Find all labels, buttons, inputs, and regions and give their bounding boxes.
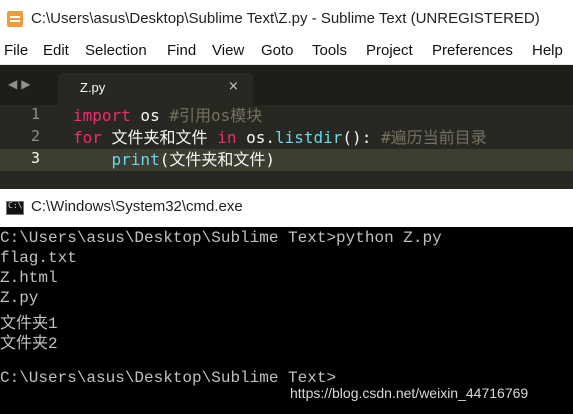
line-number-1: 1: [30, 105, 40, 123]
watermark: https://blog.csdn.net/weixin_44716769: [290, 385, 529, 401]
menu-preferences[interactable]: Preferences: [432, 42, 513, 59]
tab-label: Z.py: [80, 80, 106, 95]
console-line: Z.py: [0, 289, 39, 307]
menu-view[interactable]: View: [212, 42, 244, 59]
tab-close-icon[interactable]: ×: [228, 79, 239, 94]
code-editor[interactable]: 1 2 3 import os #引用os模块 for 文件夹和文件 in os…: [0, 105, 573, 189]
sublime-app-icon: [7, 11, 23, 27]
console-prompt: C:\Users\asus\Desktop\Sublime Text>: [0, 369, 337, 387]
menu-file[interactable]: File: [4, 42, 28, 59]
cmd-window-title: C:\Windows\System32\cmd.exe: [31, 198, 243, 215]
sublime-window: C:\Users\asus\Desktop\Sublime Text\Z.py …: [0, 0, 573, 189]
module-name: os: [130, 106, 170, 125]
console-line: flag.txt: [0, 249, 77, 267]
function-print: print: [111, 150, 160, 169]
menu-bar: File Edit Selection Find View Goto Tools…: [0, 38, 573, 65]
code-line-3: print(文件夹和文件): [73, 149, 275, 171]
line-number-3: 3: [0, 149, 66, 171]
menu-find[interactable]: Find: [167, 42, 196, 59]
console-line: Z.html: [0, 269, 58, 287]
keyword-import: import: [73, 106, 131, 125]
code-line-1: import os #引用os模块: [73, 105, 262, 127]
sublime-title-bar[interactable]: C:\Users\asus\Desktop\Sublime Text\Z.py …: [0, 0, 573, 38]
tab-nav-arrows-icon[interactable]: ◀▶: [8, 77, 34, 91]
keyword-in: in: [217, 128, 237, 147]
sublime-window-title: C:\Users\asus\Desktop\Sublime Text\Z.py …: [31, 10, 540, 27]
menu-selection[interactable]: Selection: [85, 42, 147, 59]
function-listdir: listdir: [274, 128, 343, 147]
menu-goto[interactable]: Goto: [261, 42, 294, 59]
menu-help[interactable]: Help: [532, 42, 563, 59]
console-line: 文件夹1: [0, 315, 58, 333]
cmd-app-icon: [6, 201, 24, 215]
menu-project[interactable]: Project: [366, 42, 413, 59]
tab-strip: ◀▶ Z.py ×: [0, 65, 573, 105]
console-line: 文件夹2: [0, 335, 58, 353]
module-reference: os.: [236, 128, 275, 147]
line-number-2: 2: [30, 127, 40, 145]
tab-z-py[interactable]: Z.py ×: [58, 73, 253, 105]
menu-edit[interactable]: Edit: [43, 42, 69, 59]
cmd-title-bar[interactable]: C:\Windows\System32\cmd.exe: [0, 189, 573, 227]
keyword-for: for: [73, 128, 102, 147]
comment: #引用os模块: [169, 106, 263, 125]
call-parens: ():: [342, 128, 381, 147]
comment: #遍历当前目录: [380, 128, 487, 147]
code-line-2: for 文件夹和文件 in os.listdir(): #遍历当前目录: [73, 127, 487, 149]
console-line: C:\Users\asus\Desktop\Sublime Text>pytho…: [0, 229, 442, 247]
menu-tools[interactable]: Tools: [312, 42, 347, 59]
loop-variable: 文件夹和文件: [101, 128, 218, 147]
call-args: (文件夹和文件): [159, 150, 275, 169]
